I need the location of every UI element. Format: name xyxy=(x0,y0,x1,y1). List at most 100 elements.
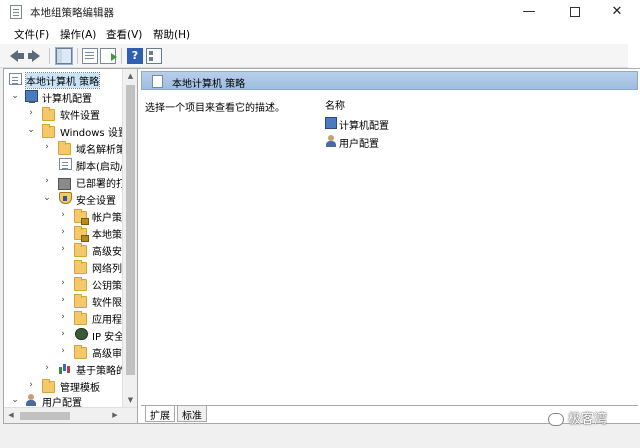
tree-item-computer-config[interactable]: ⌄ 计算机配置 xyxy=(4,88,122,105)
folder-icon xyxy=(42,107,55,121)
details-header: 本地计算机 策略 xyxy=(141,71,638,90)
forward-arrow-icon xyxy=(32,50,40,62)
tree-item-network-list[interactable]: 网络列表 xyxy=(4,258,132,275)
policy-doc-icon xyxy=(9,73,22,85)
console-tree: 本地计算机 策略 ⌄ 计算机配置 › 软件设置 ⌄ Windows 设置 › 域… xyxy=(4,69,138,423)
folder-icon xyxy=(42,124,55,138)
close-button[interactable]: ✕ xyxy=(594,0,640,24)
collapse-chevron-icon[interactable]: ⌄ xyxy=(42,193,52,203)
back-button[interactable] xyxy=(10,48,26,64)
ip-security-icon xyxy=(75,328,88,340)
scroll-thumb[interactable] xyxy=(20,412,70,420)
details-pane: 本地计算机 策略 选择一个项目来查看它的描述。 名称 计算机配置 用户配置 扩展… xyxy=(141,69,640,423)
chart-icon xyxy=(58,362,71,374)
tree-item-application-control[interactable]: › 应用程序 xyxy=(4,309,132,326)
scroll-right-arrow-icon[interactable]: ▶ xyxy=(108,408,122,423)
expand-chevron-icon[interactable]: › xyxy=(58,295,68,305)
collapse-chevron-icon[interactable]: ⌄ xyxy=(26,125,36,135)
folder-icon xyxy=(74,311,87,325)
tree-horizontal-scrollbar[interactable]: ◀ ▶ xyxy=(4,407,137,423)
tree-item-security-settings[interactable]: ⌄ 安全设置 xyxy=(4,190,122,207)
tree-item-account-policies[interactable]: › 帐户策略 xyxy=(4,207,132,225)
properties-doc-icon[interactable] xyxy=(82,48,98,64)
expand-chevron-icon[interactable]: › xyxy=(42,176,52,186)
column-header-name[interactable]: 名称 xyxy=(325,97,345,112)
tree-item-policy-based-qos[interactable]: › 基于策略的 xyxy=(4,360,126,377)
tree-item-public-key-policies[interactable]: › 公钥策略 xyxy=(4,275,132,292)
tree-item-label: 软件设置 xyxy=(60,111,100,122)
tree-item-software-settings[interactable]: › 软件设置 xyxy=(4,105,122,122)
tree-item-scripts[interactable]: 脚本(启动/关机) xyxy=(4,156,137,173)
description-text: 选择一个项目来查看它的描述。 xyxy=(145,103,285,114)
policy-editor-icon xyxy=(10,5,22,19)
tree-vertical-scrollbar[interactable]: ▲ ▼ xyxy=(122,69,137,407)
help-icon[interactable]: ? xyxy=(127,48,143,64)
scroll-left-arrow-icon[interactable]: ◀ xyxy=(4,408,18,423)
wechat-icon xyxy=(548,413,564,426)
expand-chevron-icon[interactable]: › xyxy=(26,108,36,118)
tree-item-label: Windows 设置 xyxy=(60,128,128,139)
menu-action[interactable]: 操作(A) xyxy=(60,27,96,42)
expand-chevron-icon[interactable]: › xyxy=(58,210,68,220)
minimize-button[interactable]: — xyxy=(506,0,552,24)
list-item-label: 计算机配置 xyxy=(339,121,389,132)
tree-item-software-restriction[interactable]: › 软件限制 xyxy=(4,292,132,309)
locked-folder-icon xyxy=(74,209,89,225)
expand-chevron-icon[interactable]: › xyxy=(58,244,68,254)
tree-item-label: 安全设置 xyxy=(76,196,116,207)
toolbar-separator xyxy=(49,48,50,64)
policy-doc-icon xyxy=(152,75,163,88)
folder-icon xyxy=(74,294,87,308)
menu-view[interactable]: 查看(V) xyxy=(106,27,142,42)
tree-item-deployed-printers[interactable]: › 已部署的打印机 xyxy=(4,173,137,190)
expand-chevron-icon[interactable]: › xyxy=(58,329,68,339)
main-frame: 本地计算机 策略 ⌄ 计算机配置 › 软件设置 ⌄ Windows 设置 › 域… xyxy=(3,68,640,424)
show-hide-tree-icon[interactable] xyxy=(55,47,73,65)
folder-icon xyxy=(74,260,87,274)
watermark: 极客湾 xyxy=(548,408,607,427)
tree-item-label: 基于策略的 xyxy=(76,366,126,377)
folder-icon xyxy=(74,277,87,291)
maximize-icon xyxy=(570,6,580,17)
tree-item-label: IP 安全 xyxy=(92,332,125,343)
expand-chevron-icon[interactable]: › xyxy=(42,363,52,373)
expand-chevron-icon[interactable]: › xyxy=(26,380,36,390)
tree-item-ip-security[interactable]: › IP 安全 xyxy=(4,326,125,343)
expand-chevron-icon[interactable]: › xyxy=(58,312,68,322)
scroll-down-arrow-icon[interactable]: ▼ xyxy=(123,393,137,407)
forward-button[interactable] xyxy=(28,48,44,64)
expand-chevron-icon[interactable]: › xyxy=(42,142,52,152)
collapse-chevron-icon[interactable]: ⌄ xyxy=(10,91,20,101)
menu-bar: 文件(F) 操作(A) 查看(V) 帮助(H) xyxy=(0,24,640,44)
expand-chevron-icon[interactable]: › xyxy=(58,346,68,356)
collapse-chevron-icon[interactable]: ⌄ xyxy=(10,395,20,405)
tree-item-local-computer-policy[interactable]: 本地计算机 策略 xyxy=(4,71,122,89)
list-item-computer-config[interactable]: 计算机配置 xyxy=(325,115,415,132)
export-list-icon[interactable] xyxy=(100,48,117,64)
tab-standard[interactable]: 标准 xyxy=(177,406,207,422)
folder-icon xyxy=(74,345,87,359)
maximize-button[interactable] xyxy=(552,0,598,24)
printer-icon xyxy=(58,178,71,190)
tree-item-local-policies[interactable]: › 本地策略 xyxy=(4,224,132,242)
toolbar-separator xyxy=(121,48,122,64)
script-doc-icon xyxy=(59,158,72,170)
tree-item-advanced-security[interactable]: › 高级安全 xyxy=(4,241,132,258)
tree-item-label: 本地计算机 策略 xyxy=(24,72,101,89)
tree-item-windows-settings[interactable]: ⌄ Windows 设置 xyxy=(4,122,128,139)
scroll-thumb[interactable] xyxy=(126,85,135,375)
tree-item-advanced-audit[interactable]: › 高级审核 xyxy=(4,343,132,360)
show-action-pane-icon[interactable] xyxy=(146,48,162,64)
menu-file[interactable]: 文件(F) xyxy=(14,27,49,42)
menu-help[interactable]: 帮助(H) xyxy=(153,27,190,42)
title-bar: 本地组策略编辑器 — ✕ xyxy=(0,0,640,24)
expand-chevron-icon[interactable]: › xyxy=(58,278,68,288)
computer-icon xyxy=(325,117,337,129)
list-item-user-config[interactable]: 用户配置 xyxy=(325,133,415,150)
toolbar: ? xyxy=(0,44,640,68)
scroll-up-arrow-icon[interactable]: ▲ xyxy=(123,69,137,83)
watermark-text: 极客湾 xyxy=(568,412,608,427)
tree-item-name-resolution-policy[interactable]: › 域名解析策略 xyxy=(4,139,136,156)
expand-chevron-icon[interactable]: › xyxy=(58,227,68,237)
tab-extended[interactable]: 扩展 xyxy=(145,406,175,422)
